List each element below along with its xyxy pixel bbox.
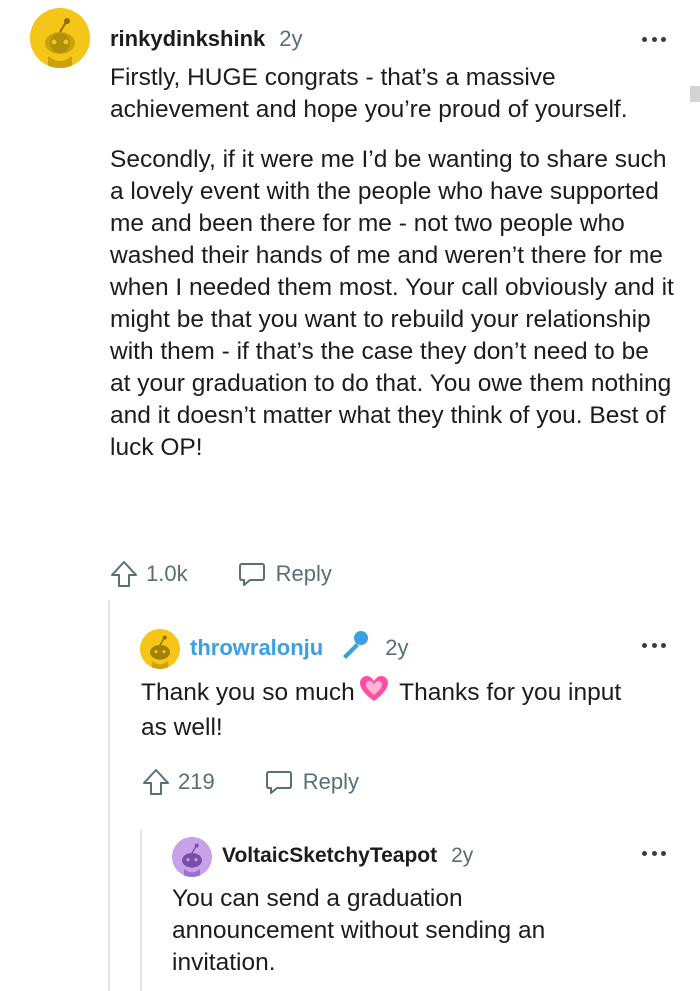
comment-actions: 1.0k Reply: [108, 558, 332, 590]
comment-age: 2y: [279, 26, 303, 51]
avatar[interactable]: [30, 8, 90, 68]
avatar[interactable]: [140, 629, 180, 669]
comment-paragraph: Thank you so much Thanks for you input a…: [141, 675, 641, 744]
comment-header: rinkydinkshink 2y: [110, 26, 303, 52]
vote-count: 1.0k: [146, 561, 188, 586]
comment-thread: rinkydinkshink 2y Firstly, HUGE congrats…: [0, 0, 700, 991]
comment-actions: 219 Reply: [140, 766, 359, 798]
reply-button[interactable]: Reply: [263, 766, 359, 798]
username[interactable]: VoltaicSketchyTeapot: [222, 844, 437, 868]
more-options-icon[interactable]: [642, 640, 666, 650]
username[interactable]: rinkydinkshink: [110, 26, 265, 52]
comment-body: Thank you so much Thanks for you input a…: [141, 675, 641, 744]
snoo-avatar-icon: [172, 837, 212, 877]
comment-text-part: Thank you so much: [141, 679, 355, 706]
reply-label: Reply: [302, 769, 359, 794]
vote-count: 219: [178, 769, 215, 794]
snoo-avatar-icon: [140, 629, 180, 669]
comment-header: throwralonju 2y: [190, 631, 409, 661]
reply-label: Reply: [275, 561, 332, 586]
more-options-icon[interactable]: [642, 34, 666, 44]
thread-line-level-1[interactable]: [108, 600, 110, 991]
comment-paragraph: You can send a graduation announcement w…: [172, 885, 546, 976]
scrollbar[interactable]: [690, 86, 700, 102]
username[interactable]: throwralonju: [190, 635, 323, 661]
chat-bubble-icon: [236, 558, 268, 590]
chat-bubble-icon: [263, 766, 295, 798]
snoo-avatar-icon: [30, 8, 90, 68]
avatar[interactable]: [172, 837, 212, 877]
more-options-icon[interactable]: [642, 848, 666, 858]
reply-button[interactable]: Reply: [236, 558, 332, 590]
sparkling-heart-emoji: [359, 675, 389, 712]
comment-age: 2y: [451, 844, 474, 867]
microphone-icon: [337, 628, 371, 668]
upvote-icon[interactable]: [140, 766, 172, 798]
comment-header: VoltaicSketchyTeapot 2y: [222, 843, 473, 869]
comment-body: You can send a graduation announcement w…: [172, 883, 612, 979]
comment-body: Firstly, HUGE congrats - that’s a massiv…: [110, 62, 675, 464]
upvote-icon[interactable]: [108, 558, 140, 590]
comment-age: 2y: [385, 635, 409, 660]
thread-line-level-2[interactable]: [140, 830, 142, 991]
comment-paragraph: Firstly, HUGE congrats - that’s a massiv…: [110, 64, 628, 123]
comment-paragraph: Secondly, if it were me I’d be wanting t…: [110, 146, 674, 461]
